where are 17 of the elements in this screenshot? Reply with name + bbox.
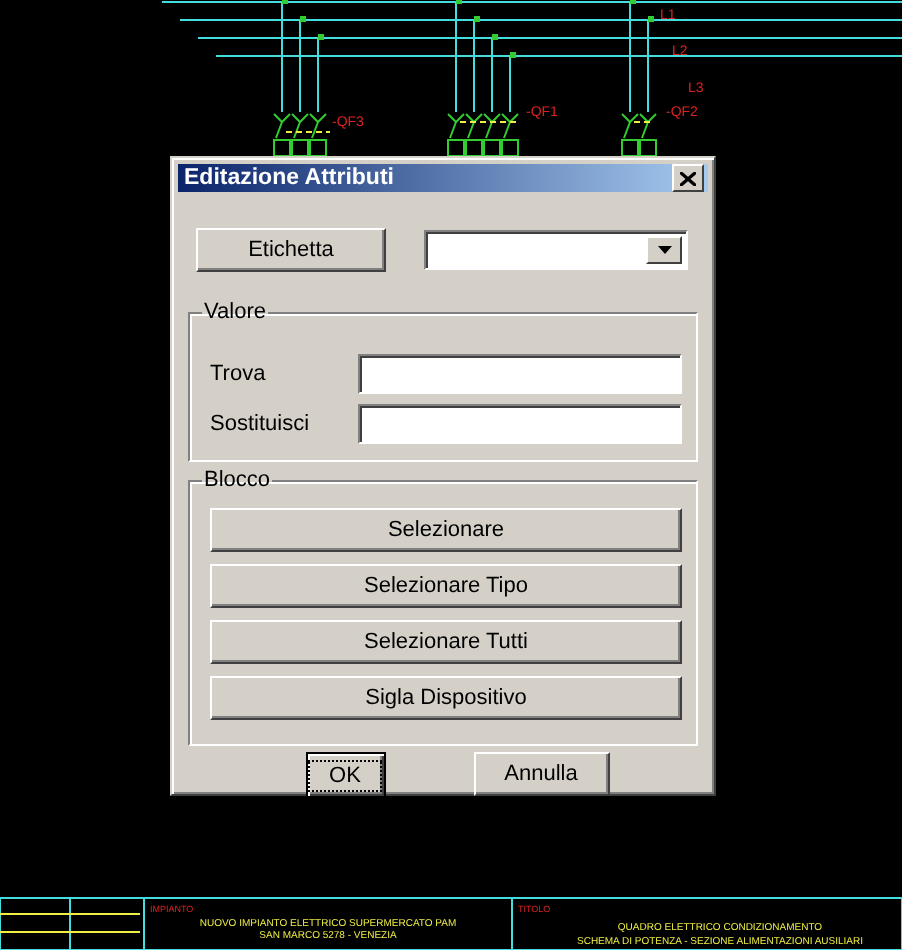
field-label: Trova: [210, 361, 266, 385]
input-field[interactable]: [358, 353, 682, 393]
select-button[interactable]: Selezionare: [210, 508, 682, 552]
window-title: Editazione Attributi: [184, 166, 394, 190]
select-button[interactable]: Sigla Dispositivo: [210, 676, 682, 720]
close-icon: [680, 171, 696, 185]
select-button[interactable]: Selezionare Tipo: [210, 564, 682, 608]
close-button[interactable]: [672, 164, 704, 192]
group-title: Blocco: [202, 468, 273, 492]
label-button[interactable]: Etichetta: [196, 228, 386, 272]
dialog-button[interactable]: OK: [305, 752, 385, 798]
label-combo[interactable]: [424, 230, 688, 270]
select-button[interactable]: Selezionare Tutti: [210, 620, 682, 664]
input-field[interactable]: [358, 403, 682, 443]
dialog-button[interactable]: Annulla: [473, 752, 609, 796]
group-title: Valore: [202, 300, 268, 324]
field-label: Sostituisci: [210, 411, 310, 435]
